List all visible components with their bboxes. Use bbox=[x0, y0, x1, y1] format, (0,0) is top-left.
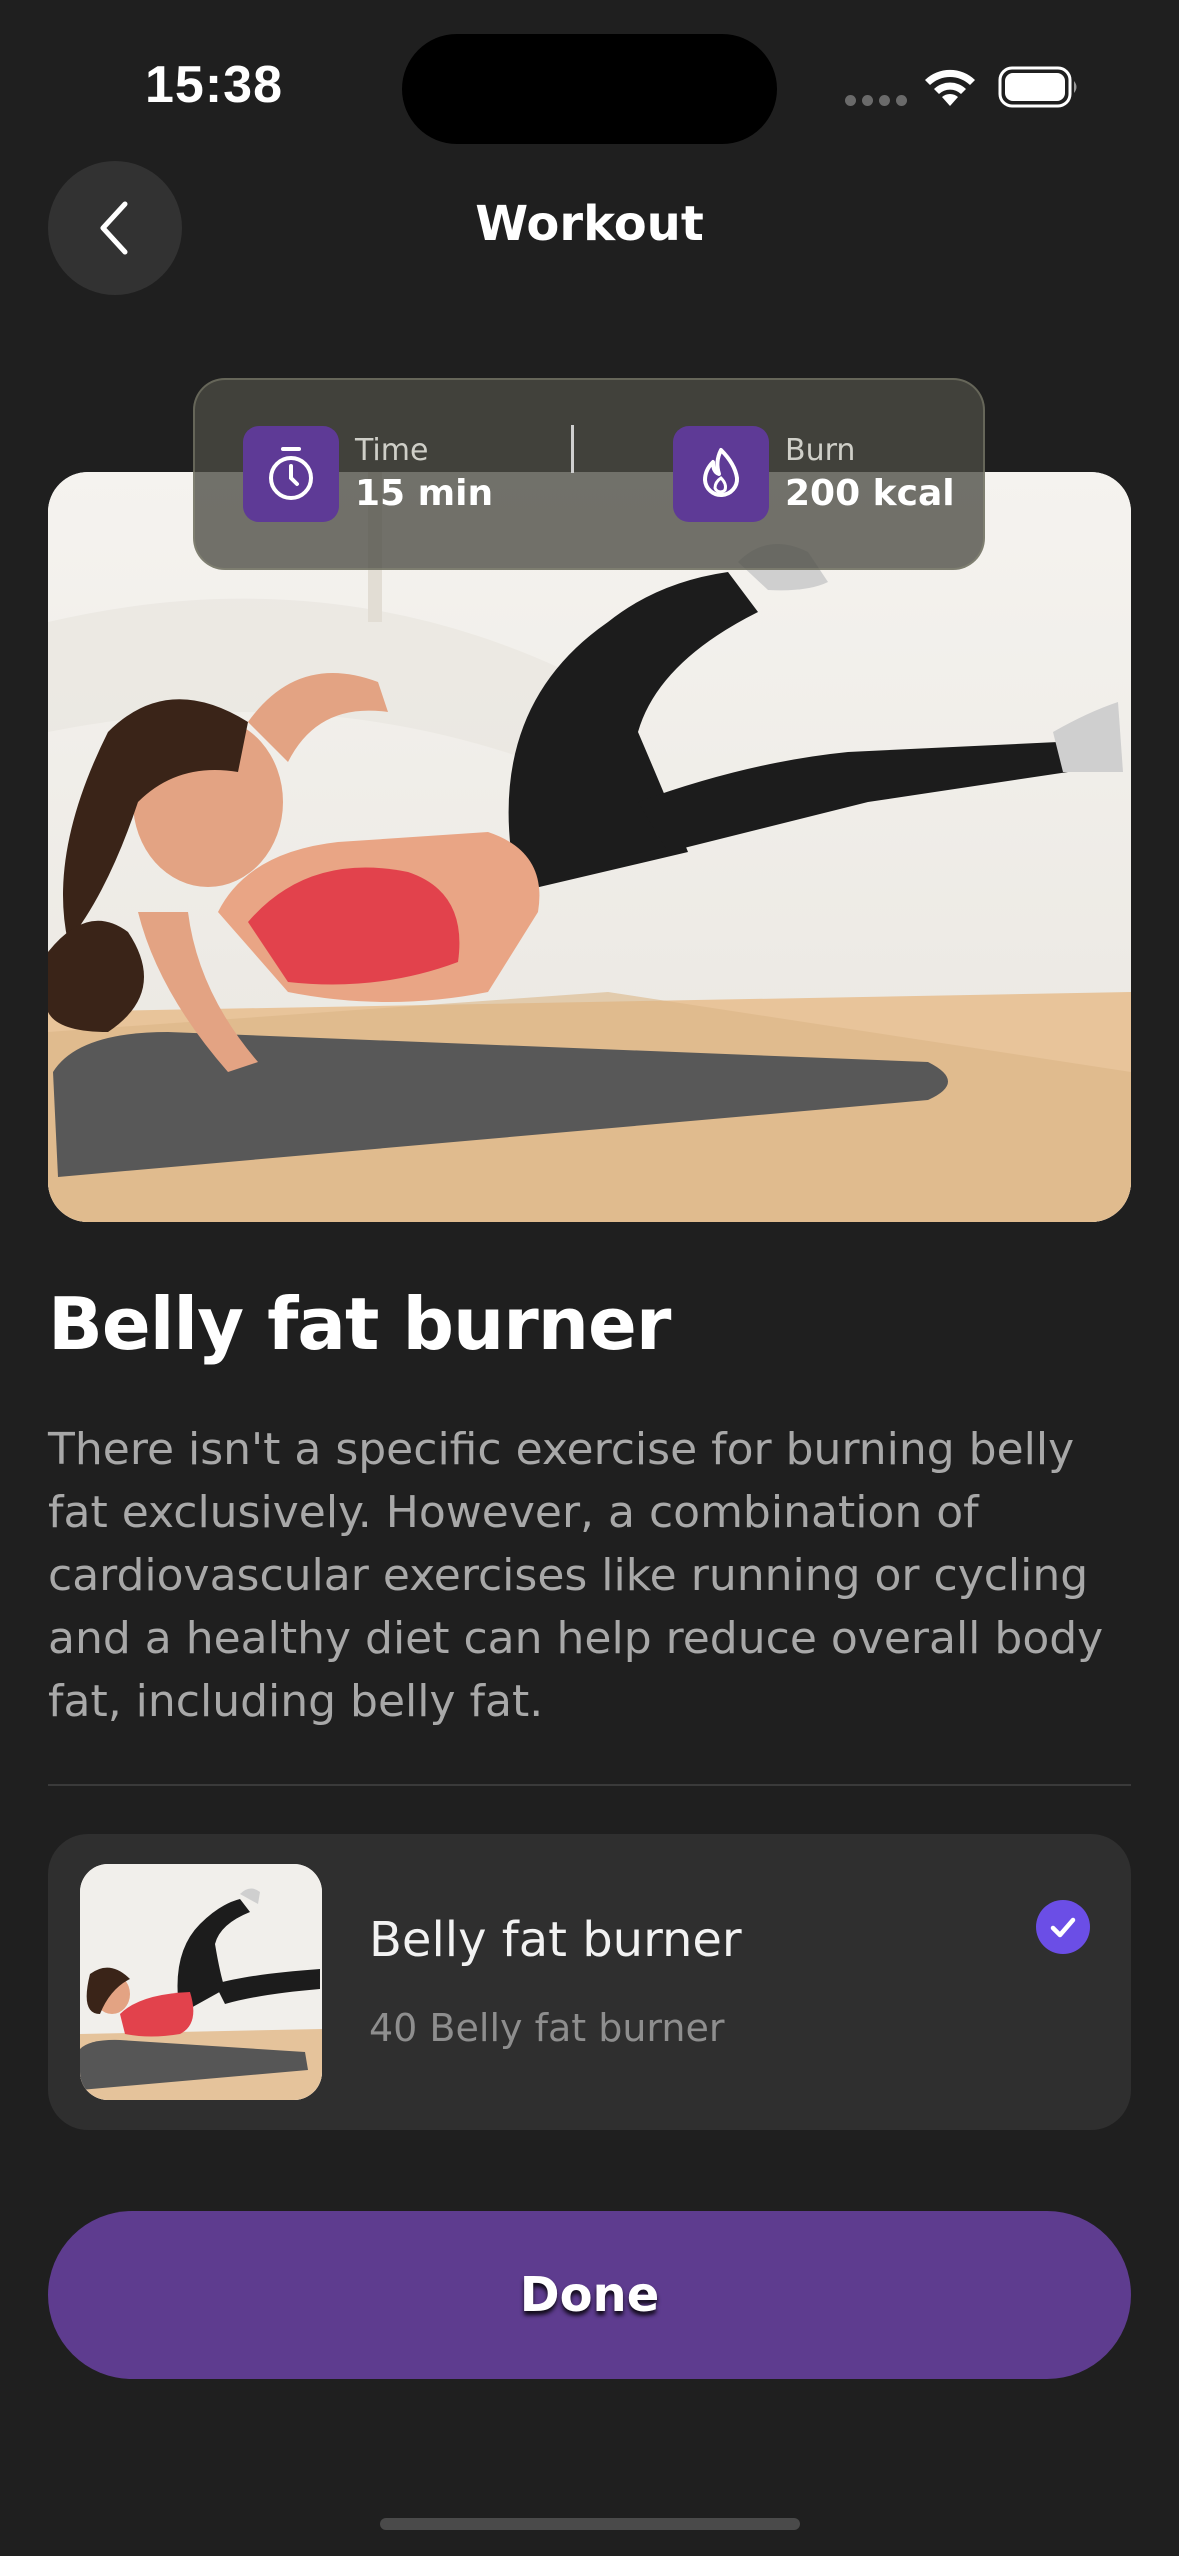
battery-icon bbox=[998, 66, 1077, 108]
section-divider bbox=[48, 1784, 1131, 1786]
exercise-thumbnail bbox=[80, 1864, 322, 2100]
status-bar: 15:38 bbox=[0, 0, 1179, 150]
exercise-name: Belly fat burner bbox=[369, 1912, 742, 1968]
workout-stats-card: Time 15 min Burn 200 kcal bbox=[193, 378, 985, 570]
exercise-list-item[interactable]: Belly fat burner 40 Belly fat burner bbox=[48, 1834, 1131, 2130]
done-button[interactable]: Done bbox=[48, 2211, 1131, 2379]
workout-hero-image bbox=[48, 472, 1131, 1222]
stat-burn-value: 200 kcal bbox=[785, 473, 955, 514]
stats-divider bbox=[571, 425, 574, 473]
flame-icon bbox=[673, 426, 769, 522]
timer-icon bbox=[243, 426, 339, 522]
cellular-signal-icon bbox=[845, 95, 907, 106]
stat-burn: Burn 200 kcal bbox=[673, 426, 955, 522]
dynamic-island bbox=[402, 34, 777, 144]
stat-time: Time 15 min bbox=[243, 426, 493, 522]
stat-time-value: 15 min bbox=[355, 473, 494, 514]
wifi-icon bbox=[925, 69, 975, 106]
checkmark-icon[interactable] bbox=[1036, 1900, 1090, 1954]
status-time: 15:38 bbox=[145, 56, 283, 114]
workout-title: Belly fat burner bbox=[48, 1282, 671, 1366]
stat-burn-label: Burn bbox=[785, 433, 856, 468]
exercise-subtitle: 40 Belly fat burner bbox=[369, 2006, 725, 2050]
stat-time-label: Time bbox=[355, 433, 429, 468]
workout-description: There isn't a specific exercise for burn… bbox=[48, 1424, 1104, 1727]
page-title: Workout bbox=[475, 196, 704, 252]
home-indicator[interactable] bbox=[380, 2518, 800, 2530]
